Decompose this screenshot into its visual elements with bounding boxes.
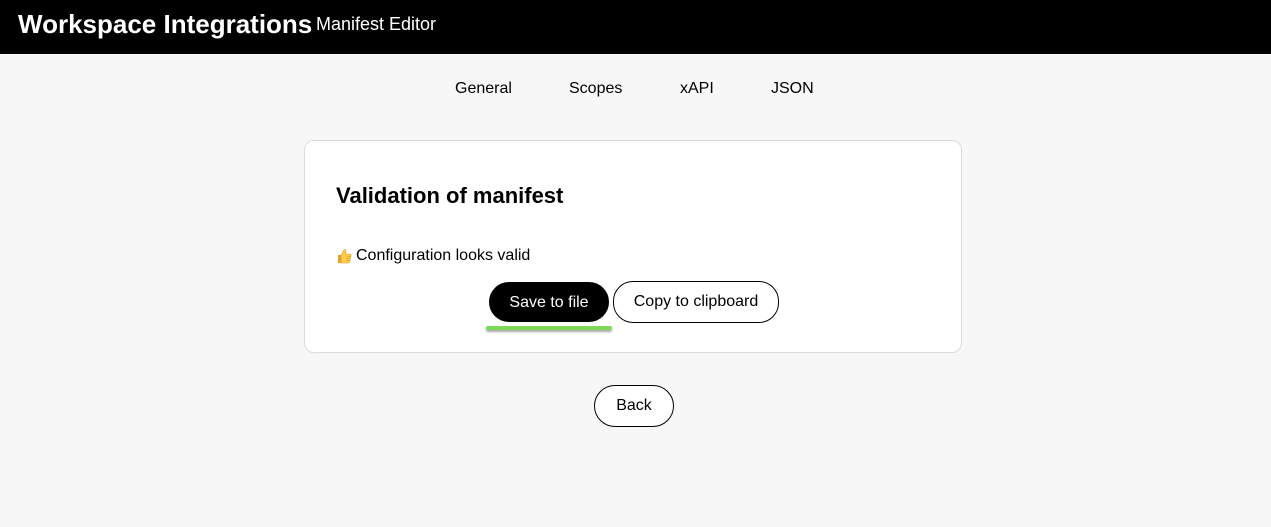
top-bar: Workspace Integrations Manifest Editor — [0, 0, 1271, 54]
page-subtitle: Manifest Editor — [316, 14, 437, 34]
tab-json[interactable]: JSON — [771, 79, 814, 99]
tab-general[interactable]: General — [455, 79, 512, 99]
tab-xapi[interactable]: xAPI — [680, 79, 714, 99]
copy-to-clipboard-button[interactable]: Copy to clipboard — [613, 281, 779, 323]
thumbs-up-icon — [336, 248, 352, 264]
save-to-file-button[interactable]: Save to file — [489, 282, 609, 322]
status-text: Configuration looks valid — [356, 247, 531, 264]
validation-status: Configuration looks valid — [336, 246, 530, 266]
tab-scopes[interactable]: Scopes — [569, 79, 622, 99]
back-button[interactable]: Back — [594, 385, 674, 427]
validation-card: Validation of manifest Configuration loo… — [304, 140, 962, 353]
focus-underline — [486, 326, 612, 330]
app-title: Workspace Integrations — [18, 9, 313, 39]
card-title: Validation of manifest — [336, 183, 564, 208]
tab-bar: General Scopes xAPI JSON — [0, 79, 1271, 101]
